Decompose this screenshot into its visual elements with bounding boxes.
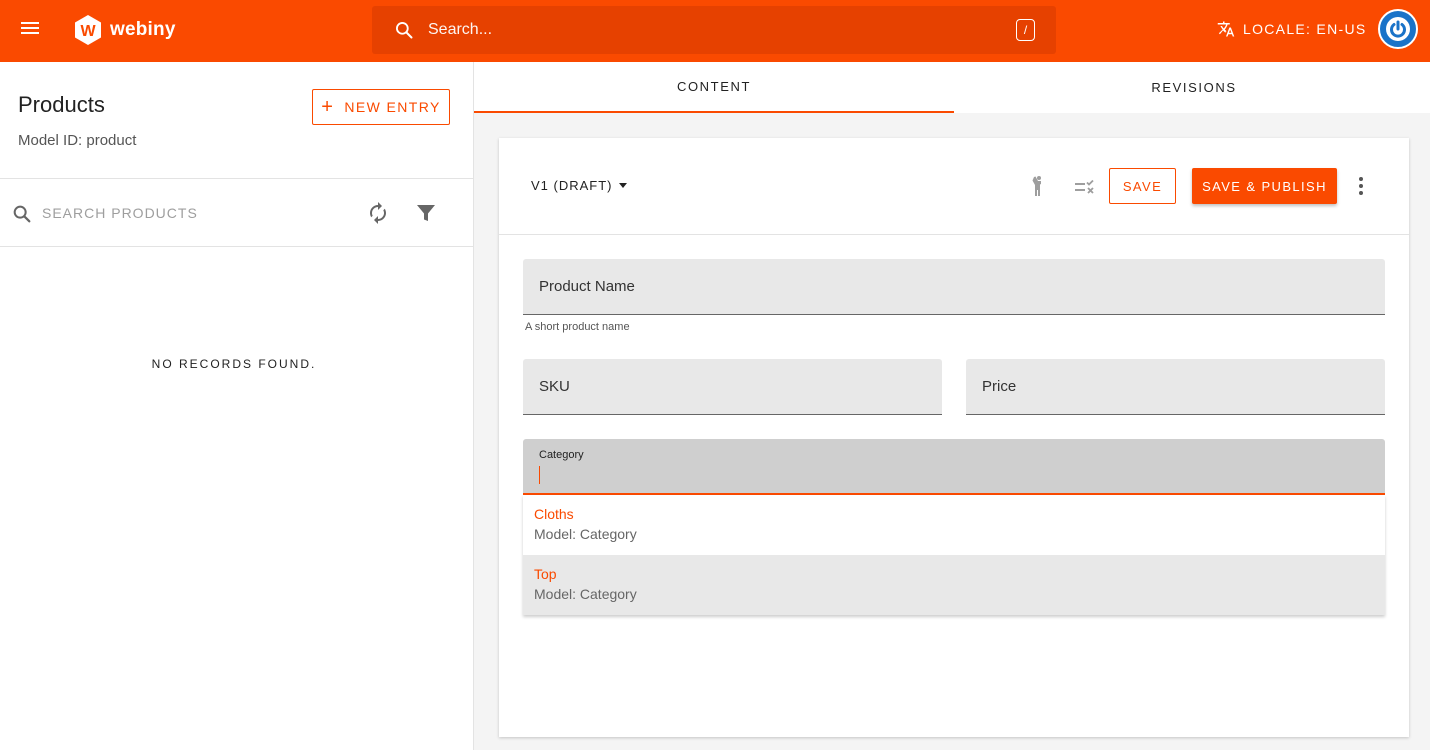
global-search-input[interactable] — [428, 6, 988, 54]
sku-input[interactable] — [523, 359, 942, 414]
form-toolbar: V1 (DRAFT) SAVE SAVE & PUBLISH — [499, 138, 1409, 235]
category-options-dropdown: Cloths Model: Category Top Model: Catego… — [523, 495, 1385, 615]
editor-tabs: CONTENT REVISIONS — [474, 62, 1430, 113]
entries-search-bar — [0, 179, 474, 247]
save-button[interactable]: SAVE — [1109, 168, 1176, 204]
translate-icon — [1217, 21, 1235, 37]
sku-field[interactable]: SKU — [523, 359, 942, 415]
search-products-input[interactable] — [42, 199, 342, 227]
save-and-publish-button[interactable]: SAVE & PUBLISH — [1192, 168, 1337, 204]
revision-selector[interactable]: V1 (DRAFT) — [531, 178, 627, 193]
product-name-field[interactable]: Product Name — [523, 259, 1385, 315]
preview-person-icon[interactable] — [1026, 174, 1050, 198]
category-option[interactable]: Top Model: Category — [523, 555, 1385, 615]
plus-icon: + — [321, 96, 335, 118]
more-options-icon[interactable] — [1351, 174, 1371, 198]
webiny-logo[interactable]: W webiny — [74, 14, 176, 46]
new-entry-label: NEW ENTRY — [344, 99, 441, 115]
power-icon — [1386, 17, 1410, 41]
model-id: Model ID: product — [18, 132, 137, 149]
search-icon — [396, 22, 413, 39]
tab-revisions[interactable]: REVISIONS — [954, 62, 1430, 113]
empty-state-message: NO RECORDS FOUND. — [151, 357, 317, 371]
revision-label: V1 (DRAFT) — [531, 178, 613, 193]
entry-form-card: V1 (DRAFT) SAVE SAVE & PUBLISH Product N… — [499, 138, 1409, 737]
svg-text:W: W — [80, 23, 96, 40]
option-title: Cloths — [534, 506, 574, 522]
checklist-clear-icon[interactable] — [1073, 174, 1097, 198]
category-input[interactable] — [523, 439, 1385, 493]
model-title: Products — [18, 92, 105, 117]
user-avatar[interactable] — [1378, 9, 1418, 49]
entries-list-panel: Products Model ID: product + NEW ENTRY N… — [0, 62, 474, 750]
new-entry-button[interactable]: + NEW ENTRY — [312, 89, 450, 125]
filter-icon[interactable] — [414, 201, 438, 225]
option-subtitle: Model: Category — [534, 526, 637, 542]
locale-selector[interactable]: LOCALE: EN-US — [1217, 20, 1367, 38]
webiny-hex-icon: W — [75, 15, 101, 45]
brand-name: webiny — [110, 19, 176, 40]
option-title: Top — [534, 566, 557, 582]
category-option[interactable]: Cloths Model: Category — [523, 495, 1385, 555]
refresh-icon[interactable] — [366, 201, 390, 225]
option-subtitle: Model: Category — [534, 586, 637, 602]
locale-label: LOCALE: EN-US — [1243, 21, 1367, 37]
global-search: / — [372, 6, 1056, 54]
hamburger-menu-button[interactable] — [18, 19, 42, 43]
price-input[interactable] — [966, 359, 1385, 414]
product-name-input[interactable] — [523, 259, 1385, 314]
category-field[interactable]: Category — [523, 439, 1385, 495]
tab-content[interactable]: CONTENT — [474, 62, 954, 113]
caret-down-icon — [618, 183, 627, 188]
price-field[interactable]: Price — [966, 359, 1385, 415]
search-shortcut-key: / — [1016, 19, 1035, 41]
top-bar: W webiny / LOCALE: EN-US — [0, 0, 1430, 62]
product-name-helper-text: A short product name — [525, 321, 630, 333]
search-icon — [13, 205, 31, 223]
